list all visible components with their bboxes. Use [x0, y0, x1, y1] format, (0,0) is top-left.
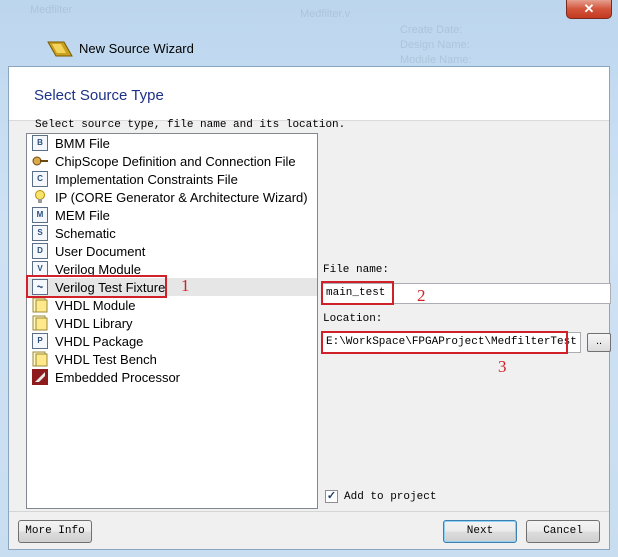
source-type-label: VHDL Test Bench: [55, 351, 157, 367]
add-to-project-option[interactable]: ✓ Add to project: [325, 490, 436, 503]
source-type-label: ChipScope Definition and Connection File: [55, 153, 296, 169]
vhdl-package-icon: P: [32, 333, 48, 349]
ip-core-icon: [32, 189, 48, 205]
embedded-processor-icon: [32, 369, 48, 385]
source-type-item[interactable]: Embedded Processor: [27, 368, 317, 386]
source-type-item[interactable]: C Implementation Constraints File: [27, 170, 317, 188]
vhdl-test-bench-icon: [32, 351, 48, 367]
more-info-button[interactable]: More Info: [18, 520, 92, 543]
vhdl-module-icon: [32, 297, 48, 313]
source-type-label: BMM File: [55, 135, 110, 151]
file-name-label: File name:: [323, 264, 390, 276]
source-type-label: User Document: [55, 243, 146, 259]
page-title: Select Source Type: [34, 87, 164, 104]
window-title: New Source Wizard: [79, 41, 194, 56]
wizard-window: Medfilter Medfilter.v Create Date: Desig…: [0, 0, 618, 557]
wizard-client: Select Source Type Select source type, f…: [8, 66, 611, 550]
close-button[interactable]: ✕: [566, 0, 612, 19]
highlight-box-2: [321, 281, 394, 305]
next-button[interactable]: Next: [443, 520, 517, 543]
bmm-file-icon: B: [32, 135, 48, 151]
annotation-2: 2: [417, 286, 426, 305]
source-type-item[interactable]: IP (CORE Generator & Architecture Wizard…: [27, 188, 317, 206]
instruction-text: Select source type, file name and its lo…: [35, 119, 346, 131]
source-type-label: VHDL Library: [55, 315, 133, 331]
constraints-file-icon: C: [32, 171, 48, 187]
add-to-project-checkbox[interactable]: ✓: [325, 490, 338, 503]
source-type-item[interactable]: B BMM File: [27, 134, 317, 152]
source-type-item[interactable]: ChipScope Definition and Connection File: [27, 152, 317, 170]
vhdl-library-icon: [32, 315, 48, 331]
source-type-label: VHDL Package: [55, 333, 144, 349]
mem-file-icon: M: [32, 207, 48, 223]
source-type-label: Implementation Constraints File: [55, 171, 238, 187]
source-type-label: VHDL Module: [55, 297, 136, 313]
source-type-item[interactable]: D User Document: [27, 242, 317, 260]
document-icon: D: [32, 243, 48, 259]
highlight-box-3: [321, 331, 568, 354]
wizard-icon: [47, 41, 73, 57]
source-type-item[interactable]: VHDL Library: [27, 314, 317, 332]
source-type-label: Embedded Processor: [55, 369, 181, 385]
annotation-1: 1: [181, 276, 190, 295]
source-type-label: MEM File: [55, 207, 110, 223]
location-label: Location:: [323, 313, 383, 325]
source-type-item[interactable]: S Schematic: [27, 224, 317, 242]
source-type-item[interactable]: P VHDL Package: [27, 332, 317, 350]
source-type-label: Schematic: [55, 225, 116, 241]
wizard-header: Select Source Type: [9, 67, 609, 121]
source-type-item[interactable]: VHDL Module: [27, 296, 317, 314]
chipscope-icon: [32, 153, 48, 169]
highlight-box-1: [26, 275, 167, 298]
cancel-button[interactable]: Cancel: [526, 520, 600, 543]
source-type-list[interactable]: B BMM File ChipScope Definition and Connec…: [26, 133, 318, 509]
source-type-item[interactable]: M MEM File: [27, 206, 317, 224]
close-icon: ✕: [583, 1, 595, 16]
add-to-project-label: Add to project: [344, 490, 437, 503]
schematic-icon: S: [32, 225, 48, 241]
annotation-3: 3: [498, 357, 507, 376]
browse-button[interactable]: ..: [587, 333, 611, 352]
source-type-item[interactable]: VHDL Test Bench: [27, 350, 317, 368]
source-type-label: IP (CORE Generator & Architecture Wizard…: [55, 189, 308, 205]
bottom-divider: [9, 511, 609, 512]
